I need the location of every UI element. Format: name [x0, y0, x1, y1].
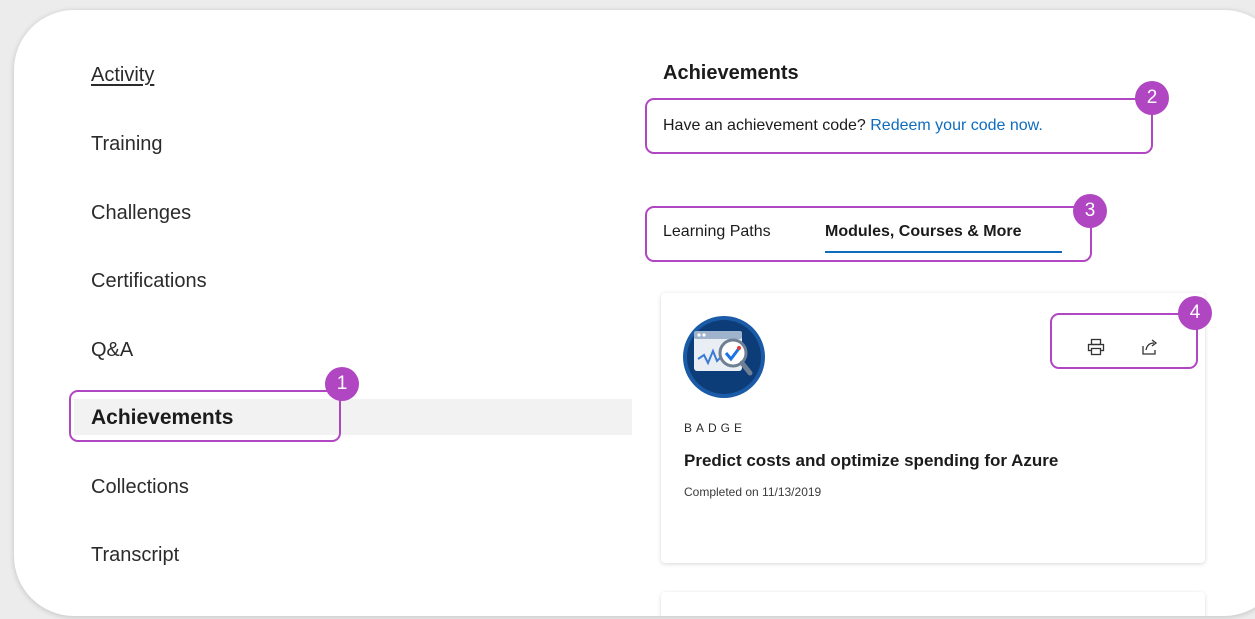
sidebar-item-challenges[interactable]: Challenges	[91, 202, 191, 225]
callout-box-2	[645, 98, 1153, 154]
callout-number-2: 2	[1135, 81, 1169, 115]
callout-box-1	[69, 390, 341, 442]
sidebar-item-activity[interactable]: Activity	[91, 64, 154, 87]
callout-number-4: 4	[1178, 296, 1212, 330]
sidebar-item-qa[interactable]: Q&A	[91, 339, 133, 362]
callout-number-1: 1	[325, 367, 359, 401]
card-type-label: BADGE	[684, 421, 747, 435]
page-title: Achievements	[663, 62, 799, 84]
sidebar-item-training[interactable]: Training	[91, 133, 163, 156]
callout-box-4	[1050, 313, 1198, 369]
sidebar-item-certifications[interactable]: Certifications	[91, 270, 207, 293]
callout-number-3: 3	[1073, 194, 1107, 228]
badge-icon	[683, 316, 765, 398]
achievement-card	[661, 592, 1205, 616]
sidebar-item-collections[interactable]: Collections	[91, 476, 189, 499]
callout-box-3	[645, 206, 1092, 262]
sidebar-item-transcript[interactable]: Transcript	[91, 544, 179, 567]
card-title[interactable]: Predict costs and optimize spending for …	[684, 451, 1058, 471]
card-completed-date: Completed on 11/13/2019	[684, 485, 822, 499]
